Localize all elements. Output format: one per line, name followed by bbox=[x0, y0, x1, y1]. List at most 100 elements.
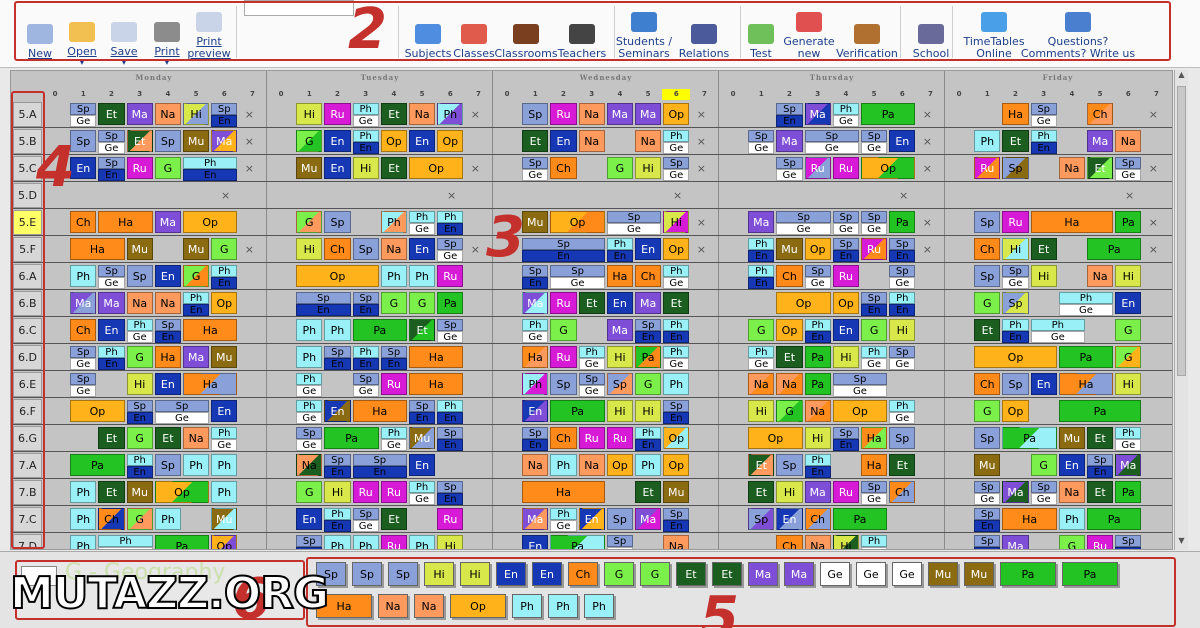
lesson-cell-ch[interactable]: Ch bbox=[550, 157, 577, 179]
lesson-cell-ph[interactable]: Ph bbox=[974, 130, 1001, 152]
lesson-cell-ge[interactable]: Ge bbox=[663, 358, 690, 370]
palette-lesson-pa[interactable]: Pa bbox=[1062, 562, 1118, 586]
lesson-cell-op[interactable]: Op bbox=[663, 427, 690, 449]
lesson-cell-g[interactable]: G bbox=[974, 292, 1001, 314]
lesson-cell-ph[interactable]: Ph bbox=[635, 427, 662, 439]
lesson-cell-en[interactable]: En bbox=[748, 250, 775, 262]
lesson-cell-mu[interactable]: Mu bbox=[776, 238, 803, 260]
lesson-cell-ha[interactable]: Ha bbox=[861, 427, 888, 449]
lesson-cell-sp[interactable]: Sp bbox=[522, 238, 605, 250]
lesson-cell-ge[interactable]: Ge bbox=[1030, 493, 1057, 505]
lesson-cell-ge[interactable]: Ge bbox=[889, 358, 916, 370]
lesson-cell-ge[interactable]: Ge bbox=[578, 385, 605, 397]
lesson-cell-ph[interactable]: Ph bbox=[522, 319, 549, 331]
lesson-cell-et[interactable]: Et bbox=[522, 130, 549, 152]
lesson-cell-hi[interactable]: Hi bbox=[832, 346, 859, 368]
lesson-cell-op[interactable]: Op bbox=[437, 130, 464, 152]
lesson-cell-ru[interactable]: Ru bbox=[380, 481, 407, 503]
cancel-mark-icon[interactable]: × bbox=[1146, 216, 1160, 229]
lesson-cell-sp[interactable]: Sp bbox=[663, 400, 690, 412]
lesson-cell-sp[interactable]: Sp bbox=[663, 157, 690, 169]
lesson-cell-ma[interactable]: Ma bbox=[635, 508, 662, 530]
lesson-cell-en[interactable]: En bbox=[1002, 331, 1029, 343]
cancel-mark-icon[interactable]: × bbox=[920, 162, 934, 175]
lesson-cell-op[interactable]: Op bbox=[296, 265, 379, 287]
lesson-cell-hi[interactable]: Hi bbox=[635, 400, 662, 422]
lesson-cell-sp[interactable]: Sp bbox=[296, 292, 351, 304]
lesson-cell-g[interactable]: G bbox=[974, 400, 1001, 422]
lesson-cell-pa[interactable]: Pa bbox=[550, 535, 605, 549]
timetable-grid[interactable]: Monday 0 1 2 3 4 5 6 7 Tuesday 0 1 2 3 4 5 6 7 Wednesday 0 1… bbox=[10, 70, 1173, 550]
palette-lesson-en[interactable]: En bbox=[532, 562, 562, 586]
lesson-cell-ge[interactable]: Ge bbox=[409, 493, 436, 505]
lesson-cell-ge[interactable]: Ge bbox=[663, 142, 690, 154]
lesson-cell-op[interactable]: Op bbox=[409, 157, 464, 179]
lesson-cell-en[interactable]: En bbox=[352, 466, 407, 478]
lesson-cell-na[interactable]: Na bbox=[635, 130, 662, 152]
lesson-cell-sp[interactable]: Sp bbox=[437, 427, 464, 439]
lesson-cell-en[interactable]: En bbox=[776, 508, 803, 530]
lesson-cell-sp[interactable]: Sp bbox=[522, 427, 549, 439]
lesson-cell-ph[interactable]: Ph bbox=[748, 238, 775, 250]
cancel-mark-icon[interactable]: × bbox=[694, 243, 708, 256]
lesson-cell-ph[interactable]: Ph bbox=[296, 346, 323, 368]
lesson-cell-ge[interactable]: Ge bbox=[70, 385, 97, 397]
lesson-cell-hi[interactable]: Hi bbox=[1115, 265, 1142, 287]
lesson-cell-pa[interactable]: Pa bbox=[1058, 400, 1142, 422]
lesson-cell-ph[interactable]: Ph bbox=[861, 535, 888, 547]
lesson-cell-na[interactable]: Na bbox=[154, 292, 181, 314]
lesson-cell-ph[interactable]: Ph bbox=[437, 211, 464, 223]
lesson-cell-ha[interactable]: Ha bbox=[154, 346, 181, 368]
lesson-cell-ph[interactable]: Ph bbox=[352, 346, 379, 358]
lesson-cell-ph[interactable]: Ph bbox=[1058, 292, 1114, 304]
lesson-cell-ge[interactable]: Ge bbox=[98, 142, 125, 154]
lesson-cell-ha[interactable]: Ha bbox=[183, 373, 238, 395]
lesson-cell-sp[interactable]: Sp bbox=[154, 454, 181, 476]
lesson-cell-sp[interactable]: Sp bbox=[352, 454, 407, 466]
lesson-cell-ge[interactable]: Ge bbox=[1115, 169, 1142, 181]
lesson-cell-na[interactable]: Na bbox=[663, 535, 690, 549]
lesson-cell-ge[interactable]: Ge bbox=[663, 277, 690, 289]
cancel-mark-icon[interactable]: × bbox=[468, 243, 482, 256]
lesson-cell-ge[interactable]: Ge bbox=[98, 277, 125, 289]
lesson-cell-op[interactable]: Op bbox=[606, 454, 633, 476]
lesson-cell-g[interactable]: G bbox=[296, 130, 323, 152]
lesson-cell-hi[interactable]: Hi bbox=[296, 103, 323, 125]
lesson-cell-hi[interactable]: Hi bbox=[606, 346, 633, 368]
lesson-cell-hi[interactable]: Hi bbox=[296, 238, 323, 260]
lesson-cell-hi[interactable]: Hi bbox=[352, 157, 379, 179]
lesson-cell-g[interactable]: G bbox=[126, 427, 153, 449]
lesson-cell-op[interactable]: Op bbox=[211, 292, 238, 314]
lesson-cell-en[interactable]: En bbox=[324, 157, 351, 179]
lesson-cell-ma[interactable]: Ma bbox=[126, 103, 153, 125]
lesson-cell-ge[interactable]: Ge bbox=[98, 547, 153, 549]
lesson-cell-ru[interactable]: Ru bbox=[832, 481, 859, 503]
lesson-cell-na[interactable]: Na bbox=[804, 400, 831, 422]
lesson-cell-en[interactable]: En bbox=[352, 142, 379, 154]
lesson-cell-en[interactable]: En bbox=[352, 304, 379, 316]
lesson-cell-en[interactable]: En bbox=[1087, 466, 1114, 478]
cancel-mark-icon[interactable]: × bbox=[242, 243, 256, 256]
lesson-cell-ha[interactable]: Ha bbox=[98, 211, 153, 233]
lesson-cell-sp[interactable]: Sp bbox=[550, 373, 577, 395]
lesson-cell-et[interactable]: Et bbox=[578, 292, 605, 314]
lesson-cell-sp[interactable]: Sp bbox=[98, 130, 125, 142]
cancel-mark-icon[interactable]: × bbox=[671, 189, 685, 202]
lesson-cell-ru[interactable]: Ru bbox=[606, 427, 633, 449]
lesson-cell-ph[interactable]: Ph bbox=[211, 454, 238, 476]
lesson-cell-ge[interactable]: Ge bbox=[409, 223, 436, 235]
lesson-cell-ph[interactable]: Ph bbox=[352, 130, 379, 142]
lesson-cell-ge[interactable]: Ge bbox=[352, 385, 379, 397]
lesson-cell-g[interactable]: G bbox=[126, 346, 153, 368]
lesson-cell-mu[interactable]: Mu bbox=[126, 481, 153, 503]
lesson-cell-ph[interactable]: Ph bbox=[522, 373, 549, 395]
lesson-cell-ph[interactable]: Ph bbox=[606, 238, 633, 250]
lesson-cell-ch[interactable]: Ch bbox=[324, 238, 351, 260]
lesson-cell-ha[interactable]: Ha bbox=[522, 346, 549, 368]
lesson-cell-sp[interactable]: Sp bbox=[1002, 292, 1029, 314]
lesson-cell-en[interactable]: En bbox=[296, 547, 323, 549]
cancel-mark-icon[interactable]: × bbox=[445, 189, 459, 202]
lesson-cell-pa[interactable]: Pa bbox=[861, 103, 916, 125]
lesson-cell-na[interactable]: Na bbox=[578, 454, 605, 476]
lesson-cell-na[interactable]: Na bbox=[1115, 130, 1142, 152]
